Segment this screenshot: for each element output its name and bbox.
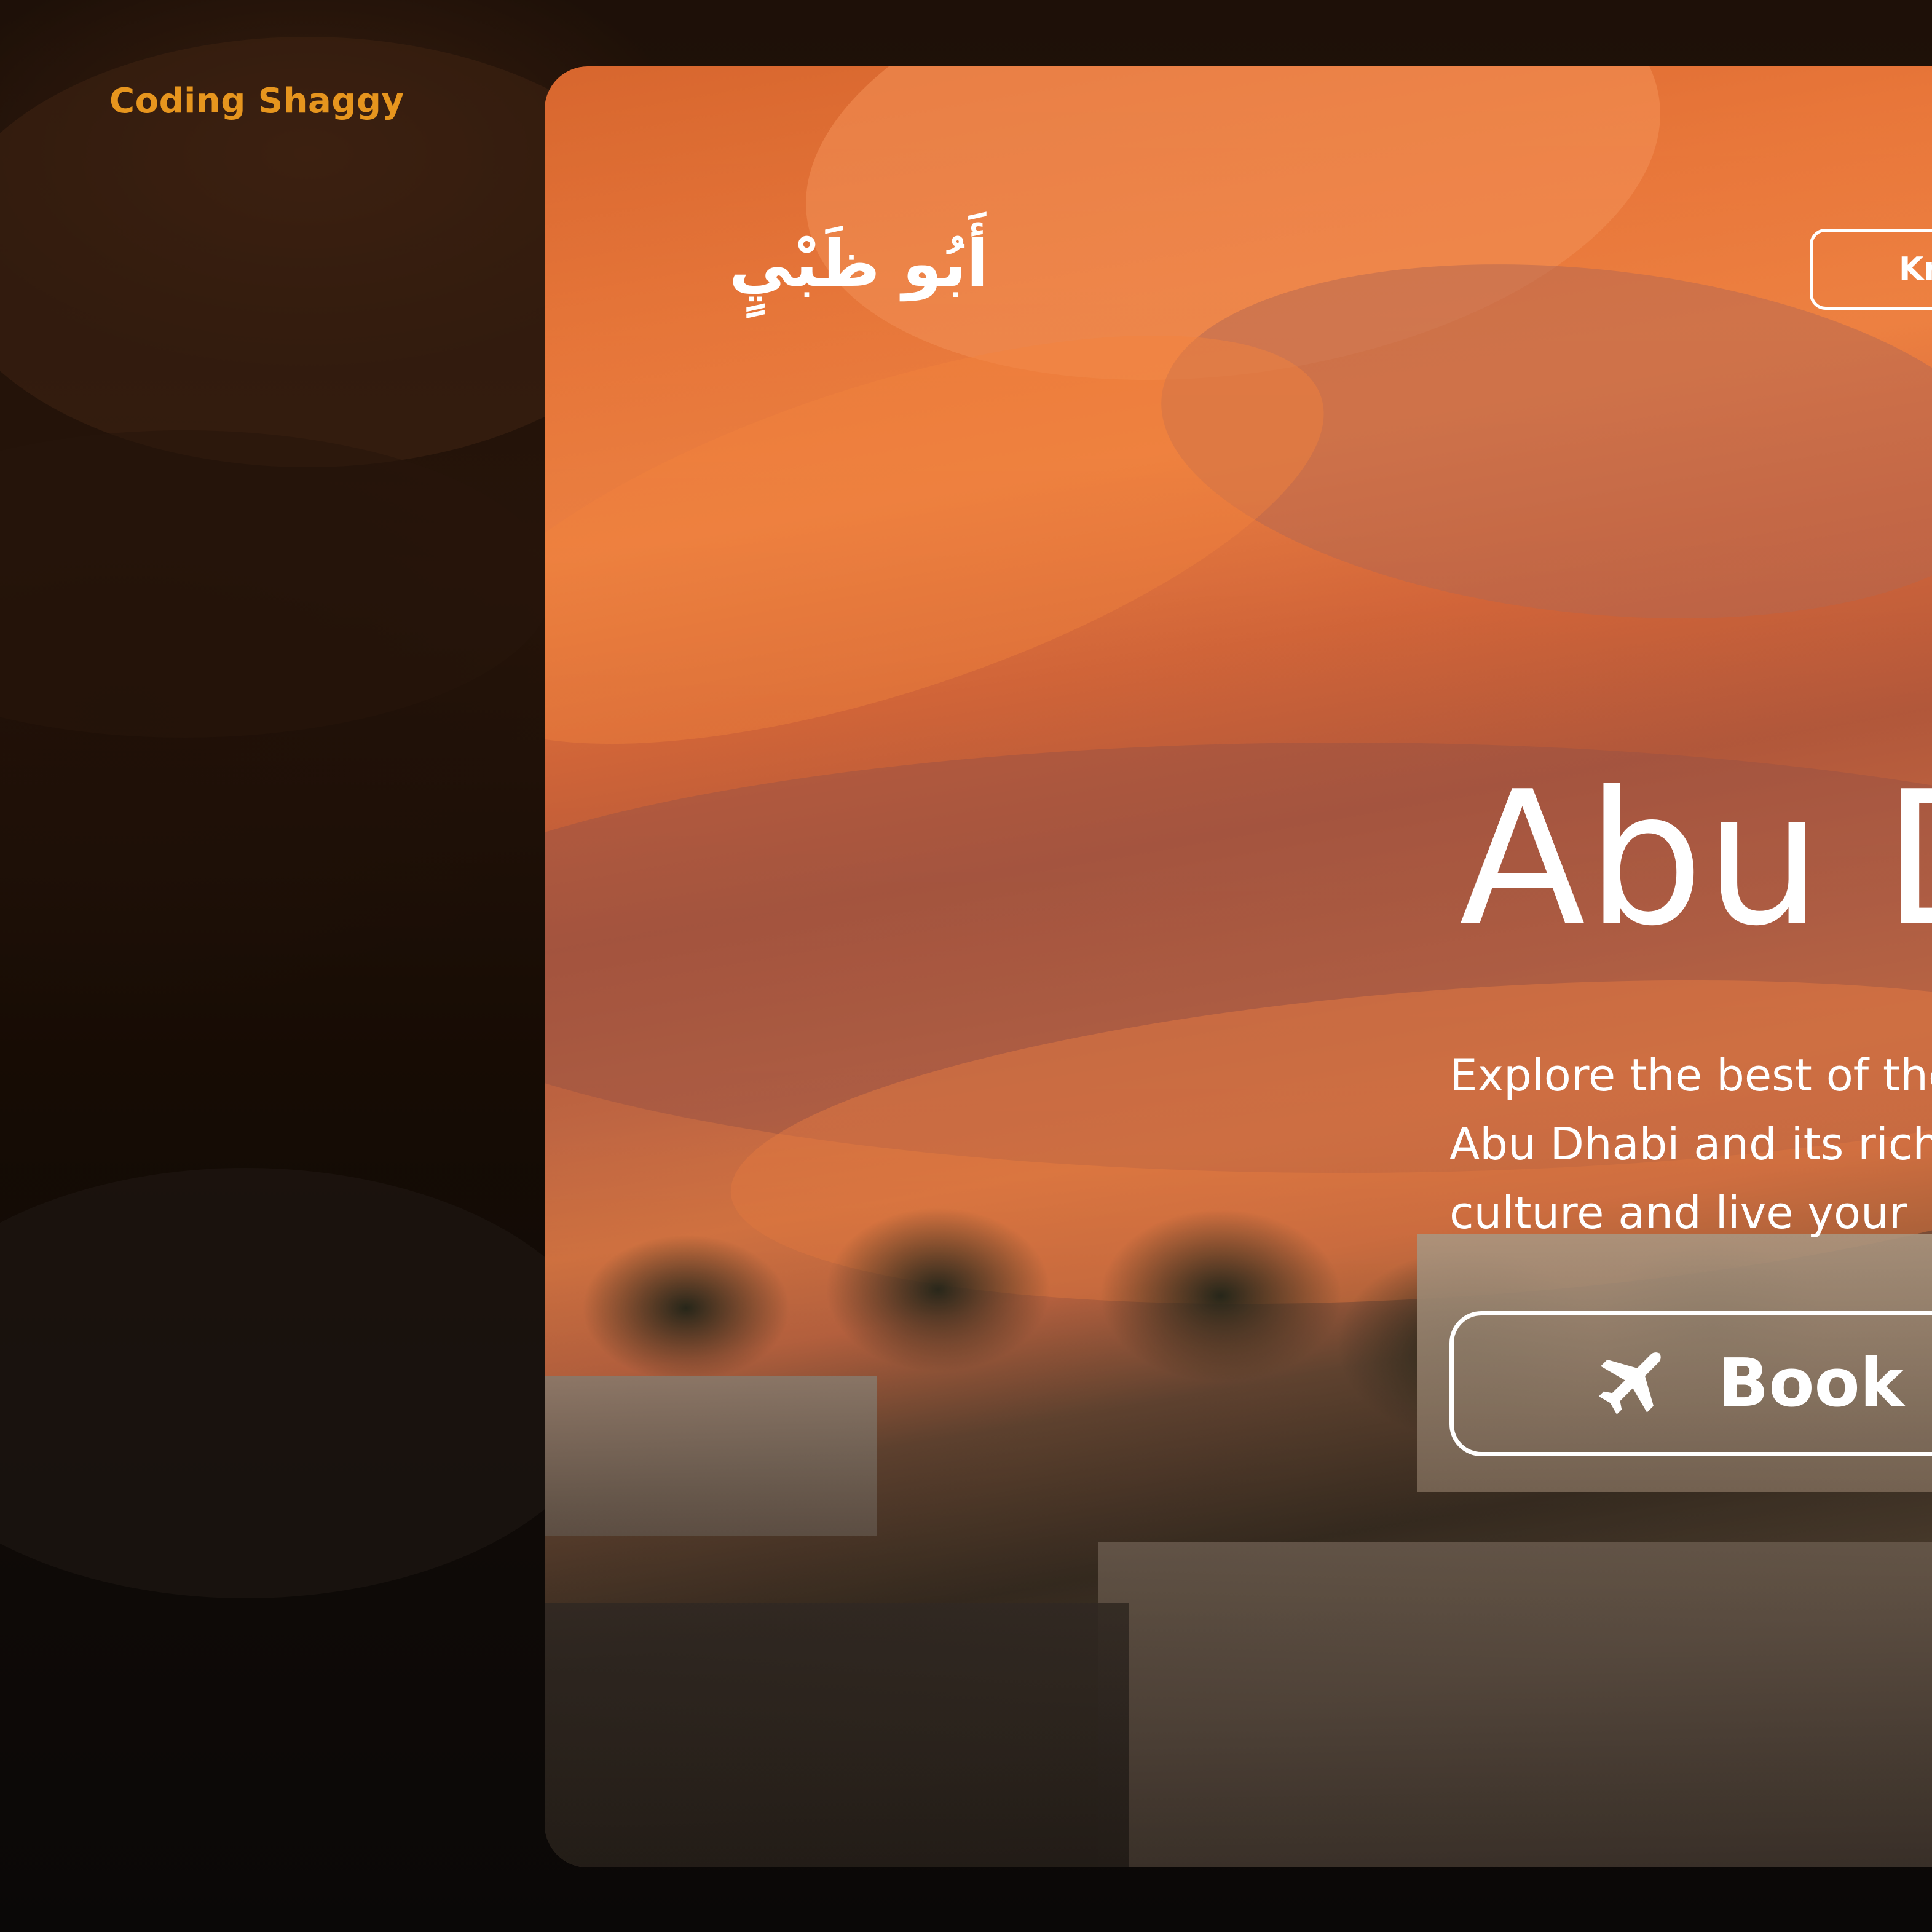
brand-logo[interactable]: Coding Shaggy — [109, 81, 404, 121]
know-more-label: Kn — [1899, 251, 1932, 288]
airplane-icon — [1598, 1352, 1661, 1414]
page: Coding Shaggy أَبُو ظَبْيٍ Kn Abu D Expl… — [0, 0, 1932, 1932]
arabic-city-name: أَبُو ظَبْيٍ — [729, 226, 988, 301]
hero-card: أَبُو ظَبْيٍ Kn Abu D Explore the best o… — [545, 66, 1932, 1867]
hero-description-line: Explore the best of the — [1449, 1049, 1932, 1101]
book-button[interactable]: Book — [1449, 1311, 1932, 1456]
hero-description-line: Abu Dhabi and its rich — [1449, 1118, 1932, 1170]
know-more-button[interactable]: Kn — [1810, 229, 1932, 310]
hero-title: Abu D — [1459, 752, 1932, 966]
hero-description: Explore the best of the Abu Dhabi and it… — [1449, 1041, 1932, 1247]
hero-description-line: culture and live your — [1449, 1187, 1907, 1239]
book-button-label: Book — [1718, 1345, 1904, 1422]
